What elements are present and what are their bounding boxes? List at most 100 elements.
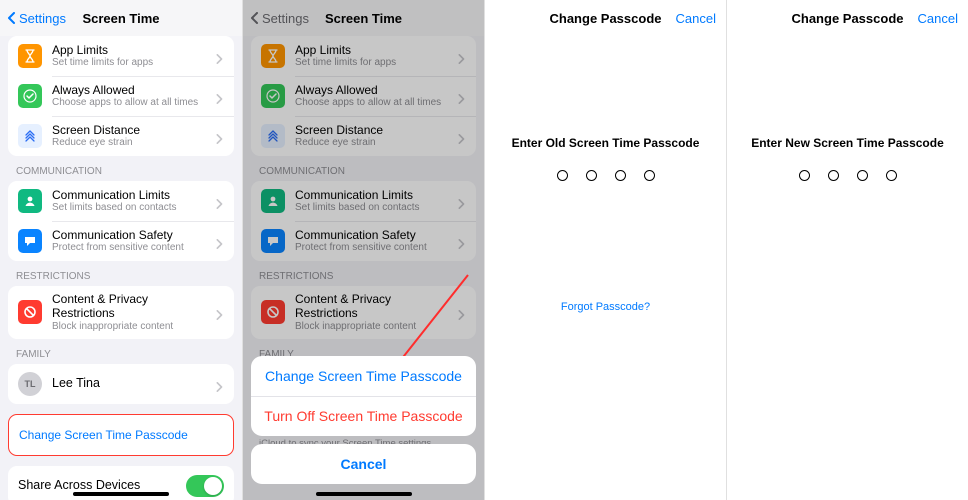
row-title: Always Allowed: [52, 83, 210, 97]
chevron-right-icon: [214, 379, 224, 389]
cancel-button[interactable]: Cancel: [676, 0, 716, 36]
person-icon: [261, 189, 285, 213]
group-restrictions: Content & Privacy Restrictions Block ina…: [8, 286, 234, 339]
chevron-right-icon: [456, 236, 466, 246]
waves-icon: [18, 124, 42, 148]
row-screen-distance[interactable]: Screen Distance Reduce eye strain: [8, 116, 234, 156]
row-title: Lee Tina: [52, 376, 210, 391]
row-subtitle: Reduce eye strain: [52, 137, 210, 149]
group-communication: Communication Limits Set limits based on…: [8, 181, 234, 261]
passcode-dot: [886, 170, 897, 181]
checkmark-icon: [18, 84, 42, 108]
sheet-cancel-group: Cancel: [251, 444, 476, 484]
link-label: Change Screen Time Passcode: [19, 428, 223, 442]
passcode-dots[interactable]: [799, 170, 897, 181]
row-always-allowed[interactable]: Always Allowed Choose apps to allow at a…: [8, 76, 234, 116]
hourglass-icon: [261, 44, 285, 68]
row-communication-limits: Communication LimitsSet limits based on …: [251, 181, 476, 221]
section-header-communication: COMMUNICATION: [8, 166, 234, 181]
waves-icon: [261, 124, 285, 148]
passcode-prompt: Enter New Screen Time Passcode: [751, 136, 944, 150]
chevron-right-icon: [214, 51, 224, 61]
row-app-limits[interactable]: App Limits Set time limits for apps: [8, 36, 234, 76]
back-label: Settings: [262, 11, 309, 26]
enter-old-passcode: Change Passcode Cancel Enter Old Screen …: [484, 0, 726, 500]
passcode-dot: [615, 170, 626, 181]
chevron-right-icon: [214, 131, 224, 141]
row-app-limits: App LimitsSet time limits for apps: [251, 36, 476, 76]
row-subtitle: Choose apps to allow at all times: [52, 97, 210, 109]
chevron-left-icon: [249, 12, 261, 24]
nosign-icon: [18, 300, 42, 324]
passcode-dot: [644, 170, 655, 181]
row-subtitle: Set limits based on contacts: [52, 202, 210, 214]
screen-time-settings: Settings Screen Time App Limits Set time…: [0, 0, 242, 500]
nav-bar: Settings Screen Time: [0, 0, 242, 36]
home-indicator[interactable]: [316, 492, 412, 496]
row-title: Communication Limits: [52, 188, 210, 202]
nav-bar: Change Passcode Cancel: [485, 0, 726, 36]
passcode-dots[interactable]: [557, 170, 655, 181]
bubble-icon: [261, 229, 285, 253]
nav-title: Screen Time: [325, 11, 402, 26]
chevron-right-icon: [214, 236, 224, 246]
sheet-change-passcode[interactable]: Change Screen Time Passcode: [251, 356, 476, 396]
chevron-right-icon: [214, 196, 224, 206]
bubble-icon: [18, 229, 42, 253]
chevron-right-icon: [214, 91, 224, 101]
back-label: Settings: [19, 11, 66, 26]
share-toggle[interactable]: [186, 475, 224, 497]
chevron-right-icon: [456, 51, 466, 61]
row-always-allowed: Always AllowedChoose apps to allow at al…: [251, 76, 476, 116]
row-content-privacy: Content & Privacy RestrictionsBlock inap…: [251, 286, 476, 339]
nav-title: Change Passcode: [550, 11, 662, 26]
row-change-passcode[interactable]: Change Screen Time Passcode: [9, 415, 233, 455]
nav-title: Screen Time: [82, 11, 159, 26]
passcode-body: Enter Old Screen Time Passcode Forgot Pa…: [485, 36, 726, 500]
sheet-turn-off-passcode[interactable]: Turn Off Screen Time Passcode: [251, 396, 476, 436]
row-family-member[interactable]: TL Lee Tina: [8, 364, 234, 404]
row-subtitle: Protect from sensitive content: [52, 242, 210, 254]
passcode-prompt: Enter Old Screen Time Passcode: [512, 136, 700, 150]
section-header-restrictions: RESTRICTIONS: [8, 271, 234, 286]
screen-time-action-sheet: Settings Screen Time App LimitsSet time …: [242, 0, 484, 500]
row-title: Content & Privacy Restrictions: [52, 292, 210, 321]
section-header-family: FAMILY: [8, 349, 234, 364]
chevron-left-icon: [6, 12, 18, 24]
row-communication-safety[interactable]: Communication Safety Protect from sensit…: [8, 221, 234, 261]
passcode-dot: [557, 170, 568, 181]
group-change-passcode: Change Screen Time Passcode: [8, 414, 234, 456]
row-title: Communication Safety: [52, 228, 210, 242]
passcode-dot: [828, 170, 839, 181]
row-screen-distance: Screen DistanceReduce eye strain: [251, 116, 476, 156]
row-title: App Limits: [52, 43, 210, 57]
nav-title: Change Passcode: [792, 11, 904, 26]
nosign-icon: [261, 300, 285, 324]
checkmark-icon: [261, 84, 285, 108]
cancel-button[interactable]: Cancel: [918, 0, 958, 36]
row-communication-safety: Communication SafetyProtect from sensiti…: [251, 221, 476, 261]
sheet-cancel[interactable]: Cancel: [251, 444, 476, 484]
chevron-right-icon: [214, 307, 224, 317]
home-indicator[interactable]: [73, 492, 169, 496]
chevron-right-icon: [456, 196, 466, 206]
forgot-passcode-link[interactable]: Forgot Passcode?: [561, 301, 650, 313]
sheet-options: Change Screen Time Passcode Turn Off Scr…: [251, 356, 476, 436]
avatar-icon: TL: [18, 372, 42, 396]
row-subtitle: Block inappropriate content: [52, 321, 210, 333]
row-communication-limits[interactable]: Communication Limits Set limits based on…: [8, 181, 234, 221]
row-content-privacy[interactable]: Content & Privacy Restrictions Block ina…: [8, 286, 234, 339]
chevron-right-icon: [456, 131, 466, 141]
passcode-body: Enter New Screen Time Passcode: [727, 36, 968, 500]
row-title: Screen Distance: [52, 123, 210, 137]
chevron-right-icon: [456, 91, 466, 101]
content: App Limits Set time limits for apps Alwa…: [0, 36, 242, 500]
passcode-dot: [799, 170, 810, 181]
back-button[interactable]: Settings: [6, 0, 66, 36]
row-subtitle: Set time limits for apps: [52, 57, 210, 69]
group-limits: App Limits Set time limits for apps Alwa…: [8, 36, 234, 156]
action-sheet: Change Screen Time Passcode Turn Off Scr…: [251, 356, 476, 492]
back-button[interactable]: Settings: [249, 0, 309, 36]
passcode-dot: [586, 170, 597, 181]
person-icon: [18, 189, 42, 213]
